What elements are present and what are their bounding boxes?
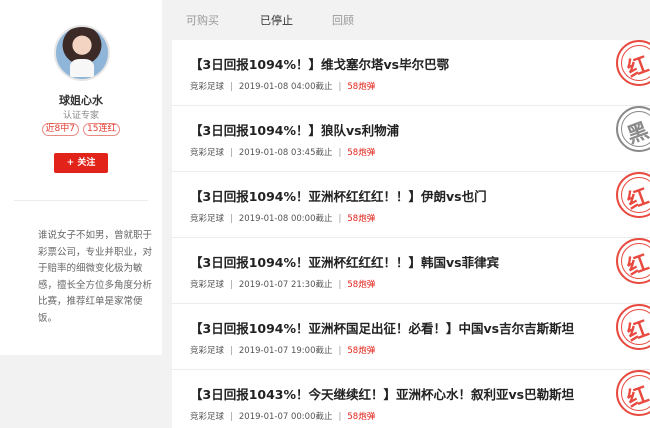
item-meta: 竞彩足球 | 2019-01-07 19:00截止 | 58炮弹 bbox=[190, 346, 376, 356]
item-price: 58炮弹 bbox=[347, 346, 376, 356]
expert-bio: 谁说女子不如男，曾就职于彩票公司，专业并职业，对于赔率的细微变化极为敏感，擅长全… bbox=[38, 230, 153, 324]
item-category: 竞彩足球 bbox=[190, 148, 225, 158]
item-title[interactable]: 【3日回报1094%！亚洲杯红红红！！】伊朗vs也门 bbox=[190, 186, 487, 205]
item-deadline: 2019-01-07 19:00截止 bbox=[238, 346, 333, 356]
item-category: 竞彩足球 bbox=[190, 412, 225, 422]
result-stamp-icon: 红 bbox=[616, 370, 650, 416]
item-category: 竞彩足球 bbox=[190, 82, 225, 92]
list-item[interactable]: 【3日回报1094%！亚洲杯红红红！！】伊朗vs也门 竞彩足球 | 2019-01-… bbox=[172, 172, 650, 238]
follow-button[interactable]: + 关注 bbox=[54, 153, 108, 173]
result-stamp-icon: 红 bbox=[616, 172, 650, 218]
item-meta: 竞彩足球 | 2019-01-08 04:00截止 | 58炮弹 bbox=[190, 82, 376, 92]
result-stamp-icon: 红 bbox=[616, 304, 650, 350]
item-price: 58炮弹 bbox=[347, 148, 376, 158]
item-price: 58炮弹 bbox=[347, 280, 376, 290]
item-meta: 竞彩足球 | 2019-01-08 03:45截止 | 58炮弹 bbox=[190, 148, 376, 158]
record-tag: 近8中7 bbox=[41, 123, 79, 136]
profile-divider bbox=[14, 200, 148, 201]
result-stamp-icon: 红 bbox=[616, 238, 650, 284]
item-price: 58炮弹 bbox=[347, 412, 376, 422]
item-category: 竞彩足球 bbox=[190, 280, 225, 290]
item-title[interactable]: 【3日回报1043%！今天继续红！】亚洲杯心水！叙利亚vs巴勒斯坦 bbox=[190, 384, 574, 403]
item-deadline: 2019-01-08 04:00截止 bbox=[238, 82, 333, 92]
item-title[interactable]: 【3日回报1094%！亚洲杯国足出征！必看！】中国vs吉尔吉斯斯坦 bbox=[190, 318, 574, 337]
item-title[interactable]: 【3日回报1094%！亚洲杯红红红！！】韩国vs菲律宾 bbox=[190, 252, 499, 271]
tab-review[interactable]: 回顾 bbox=[332, 12, 354, 28]
item-category: 竞彩足球 bbox=[190, 214, 225, 224]
item-title[interactable]: 【3日回报1094%！】狼队vs利物浦 bbox=[190, 120, 399, 139]
avatar[interactable] bbox=[54, 25, 110, 81]
item-title[interactable]: 【3日回报1094%！】维戈塞尔塔vs毕尔巴鄂 bbox=[190, 54, 449, 73]
result-stamp-icon: 红 bbox=[616, 40, 650, 86]
certification-label: 认证专家 bbox=[62, 111, 99, 121]
recommendation-list: 【3日回报1094%！】维戈塞尔塔vs毕尔巴鄂 竞彩足球 | 2019-01-08 … bbox=[172, 40, 650, 428]
item-deadline: 2019-01-08 03:45截止 bbox=[238, 148, 333, 158]
item-price: 58炮弹 bbox=[347, 214, 376, 224]
list-item[interactable]: 【3日回报1094%！】维戈塞尔塔vs毕尔巴鄂 竞彩足球 | 2019-01-08 … bbox=[172, 40, 650, 106]
item-deadline: 2019-01-07 00:00截止 bbox=[238, 412, 333, 422]
expert-profile-card: 球姐心水 认证专家 近8中7 15连红 + 关注 谁说女子不如男，曾就职于彩票公… bbox=[0, 0, 162, 355]
tab-available[interactable]: 可购买 bbox=[186, 12, 219, 28]
list-item[interactable]: 【3日回报1094%！】狼队vs利物浦 竞彩足球 | 2019-01-08 03:4… bbox=[172, 106, 650, 172]
expert-page: 球姐心水 认证专家 近8中7 15连红 + 关注 谁说女子不如男，曾就职于彩票公… bbox=[0, 0, 650, 428]
item-deadline: 2019-01-07 21:30截止 bbox=[238, 280, 333, 290]
item-meta: 竞彩足球 | 2019-01-07 21:30截止 | 58炮弹 bbox=[190, 280, 376, 290]
list-item[interactable]: 【3日回报1043%！今天继续红！】亚洲杯心水！叙利亚vs巴勒斯坦 竞彩足球 | 2… bbox=[172, 370, 650, 428]
tab-stopped[interactable]: 已停止 bbox=[260, 12, 293, 28]
list-item[interactable]: 【3日回报1094%！亚洲杯国足出征！必看！】中国vs吉尔吉斯斯坦 竞彩足球 | 2… bbox=[172, 304, 650, 370]
record-tags: 近8中7 15连红 bbox=[0, 123, 162, 136]
item-price: 58炮弹 bbox=[347, 82, 376, 92]
item-meta: 竞彩足球 | 2019-01-08 00:00截止 | 58炮弹 bbox=[190, 214, 376, 224]
item-deadline: 2019-01-08 00:00截止 bbox=[238, 214, 333, 224]
result-stamp-icon: 黑 bbox=[616, 106, 650, 152]
streak-tag: 15连红 bbox=[83, 123, 121, 136]
expert-name: 球姐心水 bbox=[59, 94, 103, 107]
item-category: 竞彩足球 bbox=[190, 346, 225, 356]
list-item[interactable]: 【3日回报1094%！亚洲杯红红红！！】韩国vs菲律宾 竞彩足球 | 2019-01… bbox=[172, 238, 650, 304]
item-meta: 竞彩足球 | 2019-01-07 00:00截止 | 58炮弹 bbox=[190, 412, 376, 422]
